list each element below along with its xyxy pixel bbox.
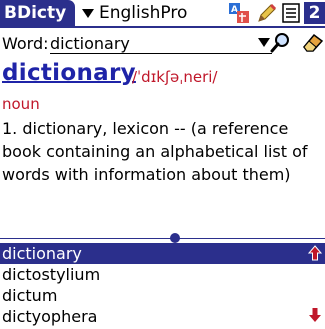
- word-list-item[interactable]: dictyophera: [0, 306, 325, 327]
- phonetic: /ˈdɪkʃəˌneri/: [132, 68, 218, 86]
- pencil-icon[interactable]: [256, 2, 278, 24]
- word-list-item[interactable]: dictostylium: [0, 264, 325, 285]
- word-list-item-label: dictionary: [2, 244, 82, 263]
- dictionary-name: EnglishPro: [99, 3, 188, 23]
- history-dropdown-icon[interactable]: [258, 38, 270, 47]
- scroll-up-icon[interactable]: [307, 245, 323, 265]
- divider-handle[interactable]: [170, 233, 180, 243]
- search-icon[interactable]: [270, 31, 292, 57]
- app-title: BDicty: [4, 3, 67, 23]
- dictionary-selector[interactable]: EnglishPro: [82, 0, 187, 26]
- pane-divider: [0, 238, 325, 239]
- word-list-item[interactable]: dictionary: [0, 243, 325, 264]
- word-list-item[interactable]: dictum: [0, 285, 325, 306]
- headword[interactable]: dictionary: [2, 60, 136, 86]
- word-input-underline: [50, 53, 272, 54]
- part-of-speech: noun: [2, 95, 40, 113]
- app-title-tab[interactable]: BDicty: [0, 0, 75, 26]
- search-row: Word: dictionary: [0, 29, 325, 55]
- document-icon[interactable]: [280, 2, 302, 24]
- word-list: dictionary dictostylium dictum dictyophe…: [0, 243, 325, 327]
- definition-text: 1. dictionary, lexicon -- (a reference b…: [2, 119, 308, 184]
- word-list-item-label: dictostylium: [2, 265, 101, 284]
- word-label: Word:: [2, 34, 49, 53]
- svg-text:A: A: [231, 5, 238, 15]
- word-input[interactable]: dictionary: [50, 34, 130, 53]
- dropdown-arrow-icon: [82, 8, 94, 18]
- scroll-down-icon[interactable]: [308, 307, 322, 327]
- page-number[interactable]: 2: [304, 2, 325, 24]
- word-list-item-label: dictyophera: [2, 307, 98, 326]
- word-list-item-label: dictum: [2, 286, 58, 305]
- eraser-icon[interactable]: [300, 31, 324, 57]
- title-divider: [0, 26, 325, 28]
- translate-icon[interactable]: A: [228, 2, 250, 24]
